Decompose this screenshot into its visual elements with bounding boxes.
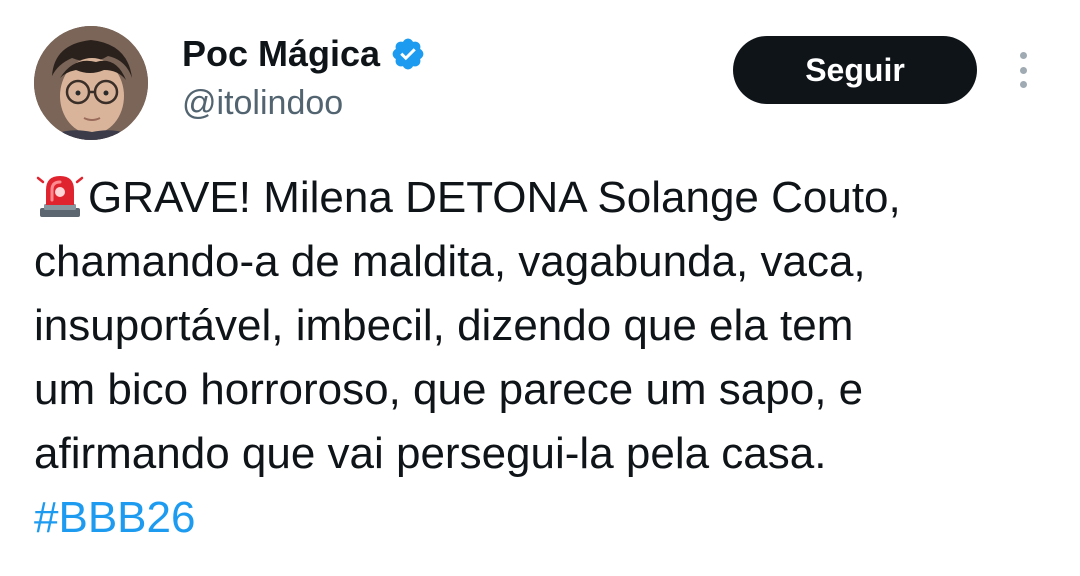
tweet-text-line: insuportável, imbecil, dizendo que ela t…	[34, 301, 854, 350]
tweet-text-line: afirmando que vai persegui-la pela casa.	[34, 429, 827, 478]
tweet-text-line: um bico horroroso, que parece um sapo, e	[34, 365, 864, 414]
author-display-name[interactable]: Poc Mágica	[182, 33, 380, 75]
author-handle[interactable]: @itolindoo	[182, 84, 343, 123]
dot	[1019, 52, 1027, 59]
more-options-icon[interactable]	[1008, 48, 1038, 92]
tweet-card: Poc Mágica @itolindoo Seguir GRAVE! Mile…	[0, 0, 1080, 576]
verified-badge-icon	[390, 36, 426, 72]
dot	[1019, 81, 1027, 88]
follow-button[interactable]: Seguir	[733, 36, 977, 104]
avatar-icon	[34, 26, 148, 140]
tweet-text-line: GRAVE! Milena DETONA Solange Couto,	[34, 166, 1054, 230]
hashtag-link[interactable]: #BBB26	[34, 486, 1054, 550]
dot	[1019, 66, 1027, 74]
avatar[interactable]	[34, 26, 148, 140]
tweet-text-line: chamando-a de maldita, vagabunda, vaca,	[34, 237, 866, 286]
author-name-row: Poc Mágica	[182, 30, 426, 78]
tweet-text: GRAVE! Milena DETONA Solange Couto, cham…	[34, 166, 1054, 550]
tweet-text-line-content: GRAVE! Milena DETONA Solange Couto,	[88, 173, 901, 222]
siren-emoji-icon	[34, 168, 86, 220]
